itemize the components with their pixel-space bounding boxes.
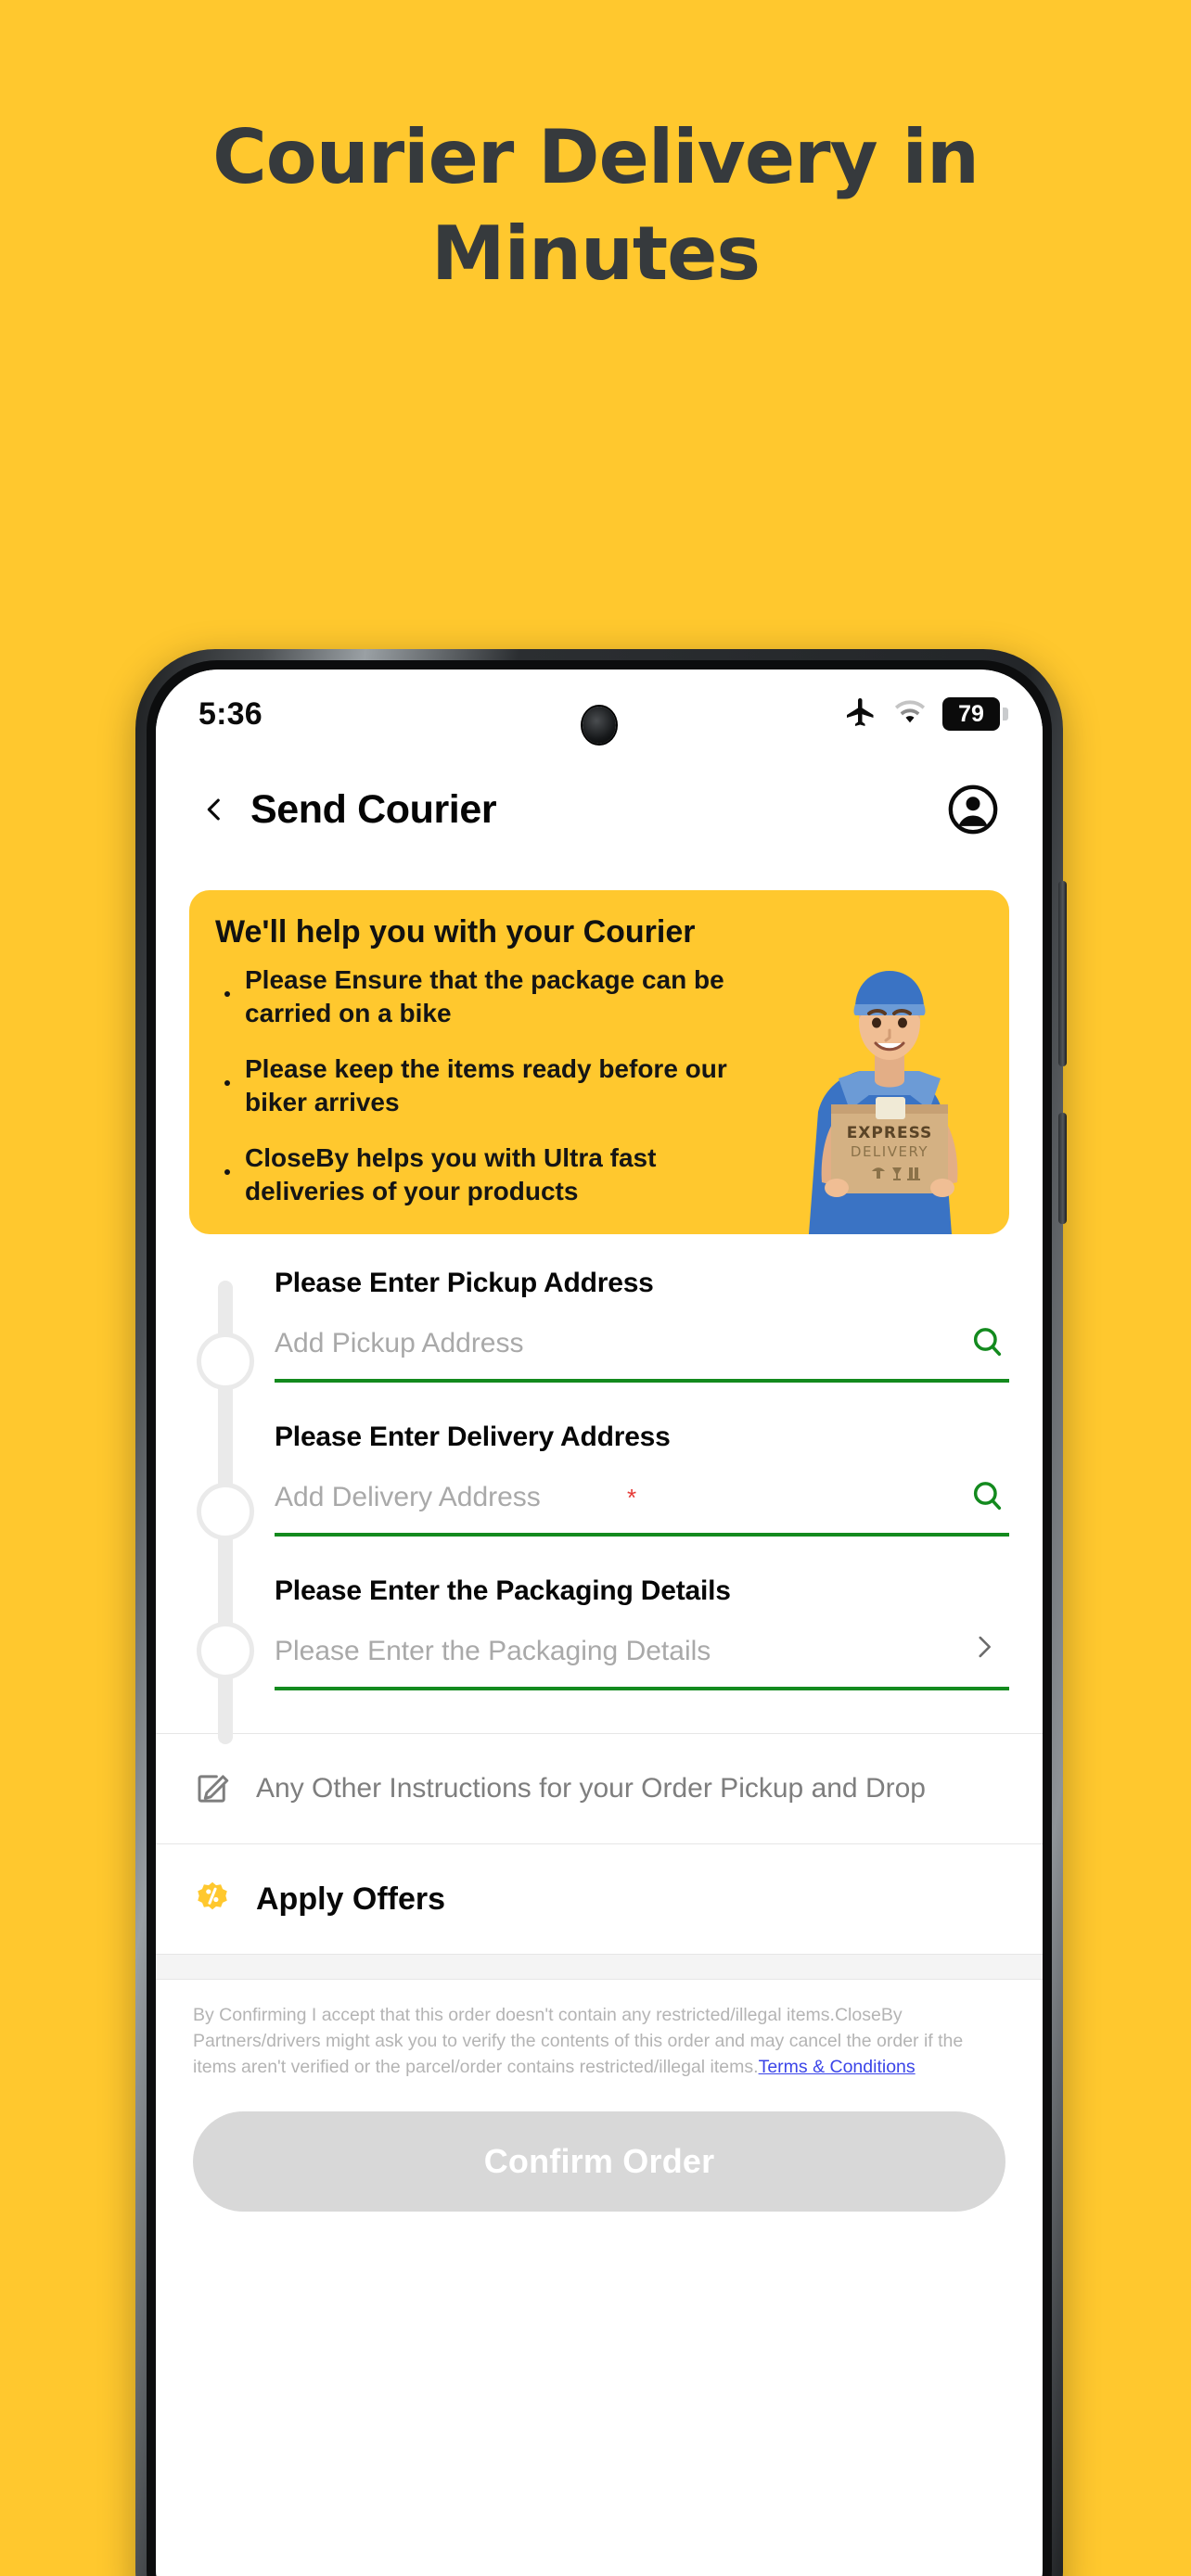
terms-and-conditions-link[interactable]: Terms & Conditions	[759, 2057, 916, 2077]
section-spacer	[156, 1955, 1043, 1979]
power-button[interactable]	[1058, 881, 1067, 1066]
battery-percent-label: 79	[958, 700, 984, 727]
info-bullet-item: CloseBy helps you with Ultra fast delive…	[215, 1141, 735, 1208]
svg-text:DELIVERY: DELIVERY	[851, 1143, 928, 1160]
front-camera-punch-hole	[583, 707, 616, 744]
app-bar: Send Courier	[156, 759, 1043, 861]
page-title: Send Courier	[250, 786, 497, 832]
address-form-section: Please Enter Pickup Address Add Pickup A…	[156, 1234, 1043, 1744]
airplane-mode-icon	[844, 695, 877, 733]
route-timeline	[189, 1268, 262, 1744]
packaging-details-input-row[interactable]	[275, 1631, 1009, 1690]
pickup-address-input[interactable]	[275, 1328, 968, 1359]
form-fields: Please Enter Pickup Address Add Pickup A…	[262, 1268, 1009, 1690]
timeline-node-packaging	[197, 1622, 254, 1679]
search-icon[interactable]	[968, 1477, 1009, 1518]
timeline-node-delivery	[197, 1483, 254, 1540]
instructions-label: Any Other Instructions for your Order Pi…	[256, 1773, 926, 1804]
packaging-details-field-block: Please Enter the Packaging Details	[275, 1575, 1009, 1690]
packaging-details-input[interactable]	[275, 1636, 968, 1667]
wifi-icon	[892, 698, 928, 731]
status-bar-indicators: 79	[844, 695, 1008, 733]
svg-text:EXPRESS: EXPRESS	[847, 1124, 933, 1142]
account-avatar-icon[interactable]	[946, 783, 1000, 836]
pickup-address-label: Please Enter Pickup Address	[275, 1268, 654, 1298]
apply-offers-label: Apply Offers	[256, 1881, 446, 1917]
required-asterisk: *	[627, 1483, 637, 1511]
packaging-details-label: Please Enter the Packaging Details	[275, 1575, 731, 1606]
promo-headline-line-2: Minutes	[430, 210, 761, 297]
screen-content: We'll help you with your Courier Please …	[156, 890, 1043, 2576]
back-chevron-icon[interactable]	[198, 794, 230, 825]
info-card: We'll help you with your Courier Please …	[189, 890, 1009, 1234]
phone-screen: 5:36 79 Send Courier We'll help you with…	[156, 670, 1043, 2576]
edit-note-icon	[193, 1769, 232, 1808]
status-bar-clock: 5:36	[198, 695, 263, 732]
apply-offers-row[interactable]: Apply Offers	[156, 1844, 1043, 1954]
delivery-address-field-block: Please Enter Delivery Address *	[275, 1422, 1009, 1537]
phone-bezel: 5:36 79 Send Courier We'll help you with…	[147, 660, 1052, 2576]
info-bullet-item: Please keep the items ready before our b…	[215, 1052, 735, 1119]
search-icon[interactable]	[968, 1323, 1009, 1364]
instructions-row[interactable]: Any Other Instructions for your Order Pi…	[156, 1734, 1043, 1843]
pickup-address-input-row[interactable]	[275, 1323, 1009, 1383]
delivery-man-holding-box-illustration: EXPRESS DELIVERY	[783, 956, 996, 1234]
info-bullet-item: Please Ensure that the package can be ca…	[215, 963, 735, 1030]
battery-icon: 79	[942, 697, 1008, 731]
confirm-order-container: Confirm Order	[156, 2080, 1043, 2212]
info-card-bullet-list: Please Ensure that the package can be ca…	[215, 963, 735, 1208]
delivery-address-input[interactable]	[275, 1482, 633, 1513]
delivery-address-label: Please Enter Delivery Address	[275, 1422, 671, 1452]
promo-headline-line-1: Courier Delivery in	[212, 114, 980, 200]
discount-badge-icon	[193, 1880, 232, 1919]
timeline-node-pickup	[197, 1333, 254, 1390]
volume-button[interactable]	[1058, 1113, 1067, 1224]
promo-headline: Courier Delivery in Minutes	[0, 109, 1191, 302]
chevron-right-icon[interactable]	[968, 1631, 1009, 1672]
phone-mockup-frame: 5:36 79 Send Courier We'll help you with…	[135, 649, 1067, 2576]
confirm-order-button[interactable]: Confirm Order	[193, 2111, 1005, 2212]
pickup-address-field-block: Please Enter Pickup Address	[275, 1268, 1009, 1383]
order-disclaimer: By Confirming I accept that this order d…	[156, 1980, 1043, 2080]
delivery-address-input-row[interactable]: *	[275, 1477, 1009, 1537]
status-bar: 5:36 79	[156, 670, 1043, 759]
info-card-title: We'll help you with your Courier	[215, 914, 696, 950]
